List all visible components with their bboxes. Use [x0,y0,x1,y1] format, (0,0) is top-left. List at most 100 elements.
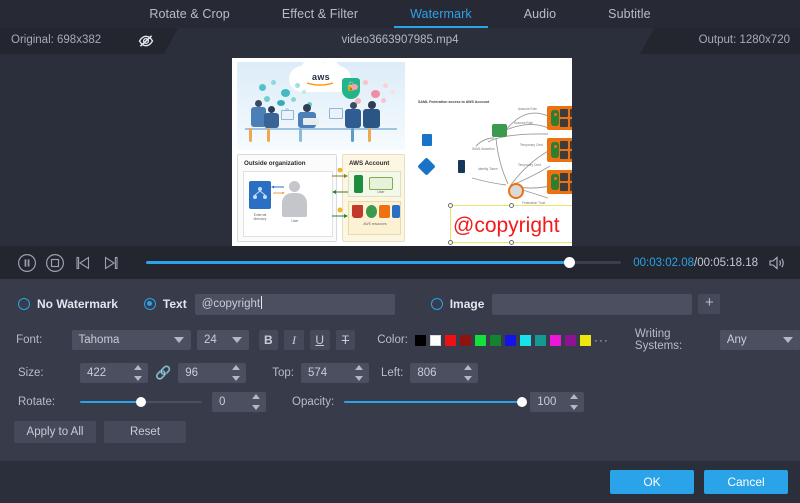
time-display: 00:03:02.08/00:05:18.18 [633,257,758,269]
geometry-row: Size: 422 🔗 96 Top: 574 Left: 806 [0,362,800,384]
tab-audio[interactable]: Audio [498,0,582,28]
top-value: 574 [308,367,327,379]
compute-icon [379,205,390,218]
rotate-slider[interactable] [80,395,202,409]
pause-icon[interactable] [16,252,38,274]
color-swatch-black[interactable] [415,335,426,346]
text-watermark-label[interactable]: Text [163,297,187,311]
role-icon [369,177,393,190]
seek-bar[interactable] [146,253,621,273]
watermark-rotate-handle[interactable] [508,183,524,199]
font-size-select[interactable]: 24 [197,330,249,350]
resize-handle-nw[interactable] [448,203,453,208]
color-swatch-purple[interactable] [565,335,576,346]
tab-label: Audio [524,7,556,21]
height-stepper-buttons[interactable] [232,365,241,381]
width-stepper-buttons[interactable] [134,365,143,381]
tab-rotate-crop[interactable]: Rotate & Crop [123,0,256,28]
tab-watermark[interactable]: Watermark [384,0,498,28]
color-swatch-yellow[interactable] [580,335,591,346]
image-watermark-label[interactable]: Image [450,297,485,311]
watermark-text-overlay: @copyright [453,215,560,236]
rotate-slider-thumb[interactable] [136,397,146,407]
current-time-label: 00:03:02.08 [633,257,694,269]
add-image-button[interactable]: + [698,294,720,314]
video-preview[interactable]: aws [232,58,572,246]
width-stepper[interactable]: 422 [80,363,148,383]
action-row: Apply to All Reset [0,420,800,444]
writing-systems-value: Any [727,334,777,346]
previous-frame-icon[interactable] [72,252,94,274]
width-value: 422 [87,367,106,379]
opacity-slider-thumb[interactable] [517,397,527,407]
color-swatch-dark-red[interactable] [460,335,471,346]
bold-button[interactable]: B [259,330,279,350]
radio-text-watermark[interactable] [144,298,156,310]
underline-button[interactable]: U [310,330,330,350]
cancel-button[interactable]: Cancel [704,470,788,494]
adjust-row: Rotate: 0 Opacity: 100 [0,391,800,413]
aws-account-box: AWS Account User AWS resources [342,154,405,242]
color-swatch-list [415,335,591,346]
font-family-select[interactable]: Tahoma [72,330,191,350]
color-swatch-teal[interactable] [535,335,546,346]
opacity-slider[interactable] [344,395,522,409]
color-swatch-green[interactable] [475,335,486,346]
color-swatch-dark-green[interactable] [490,335,501,346]
rotate-stepper[interactable]: 0 [212,392,266,412]
radio-no-watermark[interactable] [18,298,30,310]
key-icon [354,175,363,193]
rotate-slider-fill [80,401,141,404]
opacity-slider-fill [344,401,522,404]
left-stepper-buttons[interactable] [464,365,473,381]
left-value: 806 [417,367,436,379]
original-resolution-label: Original: 698x382 [11,34,101,46]
color-swatch-magenta[interactable] [550,335,561,346]
seek-thumb[interactable] [564,257,575,268]
writing-systems-select[interactable]: Any [720,330,800,350]
top-stepper[interactable]: 574 [301,363,369,383]
tab-effect-filter[interactable]: Effect & Filter [256,0,384,28]
eye-off-icon[interactable] [137,32,155,50]
rotate-value: 0 [219,396,225,408]
svg-text:Temporary Cred: Temporary Cred [520,143,543,147]
left-stepper[interactable]: 806 [410,363,478,383]
more-colors-button[interactable]: ··· [594,333,609,347]
resize-handle-sw[interactable] [448,240,453,245]
strikethrough-button[interactable]: T [336,330,356,350]
italic-button[interactable]: I [284,330,304,350]
tab-label: Effect & Filter [282,7,358,21]
db-icon [366,205,377,218]
rotate-stepper-buttons[interactable] [252,394,261,410]
chevron-down-icon [783,337,793,343]
flow-arrows [332,168,348,238]
ok-button[interactable]: OK [610,470,694,494]
opacity-stepper-buttons[interactable] [570,394,579,410]
watermark-selection-box[interactable]: @copyright [450,205,572,243]
color-swatch-red[interactable] [445,335,456,346]
volume-icon[interactable] [766,252,788,274]
resize-handle-s[interactable] [509,240,514,245]
color-swatch-cyan[interactable] [520,335,531,346]
identity-provider-node [458,160,465,173]
watermark-text-input[interactable]: @copyright [195,294,395,315]
sts-node [492,124,507,137]
link-icon[interactable]: 🔗 [155,365,171,381]
watermark-image-input[interactable] [492,294,692,315]
color-swatch-white[interactable] [430,335,441,346]
color-swatch-blue[interactable] [505,335,516,346]
opacity-stepper[interactable]: 100 [530,392,584,412]
tab-subtitle[interactable]: Subtitle [582,0,677,28]
stop-icon[interactable] [44,252,66,274]
resize-handle-n[interactable] [509,203,514,208]
apply-to-all-button[interactable]: Apply to All [14,421,96,443]
opacity-value: 100 [537,396,556,408]
height-stepper[interactable]: 96 [178,363,246,383]
reset-button[interactable]: Reset [104,421,186,443]
media-info-bar: Original: 698x382 Output: 1280x720 video… [0,28,800,54]
next-frame-icon[interactable] [100,252,122,274]
radio-image-watermark[interactable] [431,298,443,310]
no-watermark-label[interactable]: No Watermark [37,297,118,311]
top-stepper-buttons[interactable] [355,365,364,381]
font-row: Font: Tahoma 24 B I U T Color: ··· Writi… [0,329,800,351]
